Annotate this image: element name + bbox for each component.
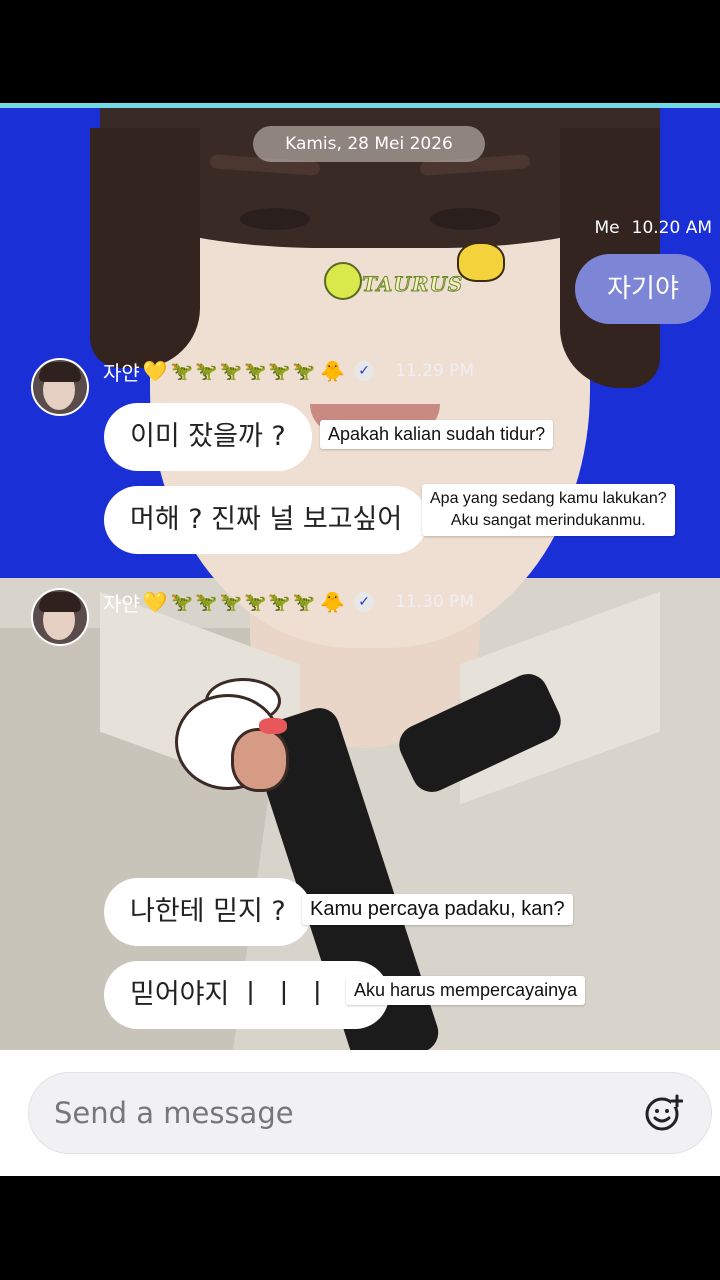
me-message-bubble[interactable]: 자기야 xyxy=(575,254,711,324)
sender-meta: 자얀 💛 🦖🦖🦖🦖🦖🦖 🐥 ✓ 11.30 PM xyxy=(103,587,474,617)
chick-icon: 🐥 xyxy=(320,359,346,383)
me-name: Me xyxy=(594,218,620,238)
dinosaur-icons: 🦖🦖🦖🦖🦖🦖 xyxy=(170,360,318,382)
heart-icon: 💛 xyxy=(142,590,168,614)
top-black-bar xyxy=(0,0,720,103)
verified-check-icon: ✓ xyxy=(354,592,375,612)
taurus-sticker-text: TAURUS xyxy=(361,272,464,297)
dinosaur-icons: 🦖🦖🦖🦖🦖🦖 xyxy=(170,591,318,613)
message-bubble[interactable]: 머해 ? 진짜 널 보고싶어 xyxy=(104,486,429,554)
message-input[interactable]: Send a message xyxy=(28,1072,712,1154)
message-composer: Send a message xyxy=(0,1050,720,1176)
chick-icon xyxy=(324,262,362,300)
chat-area[interactable]: Kamis, 28 Mei 2026 Me 10.20 AM 자기야 TAURUS… xyxy=(0,108,720,1050)
bottom-black-bar xyxy=(0,1176,720,1280)
translation-caption: Kamu percaya padaku, kan? xyxy=(302,894,573,925)
chick-icon: 🐥 xyxy=(320,590,346,614)
message-bubble[interactable]: 나한테 믿지 ? xyxy=(104,878,312,946)
translation-caption: Apakah kalian sudah tidur? xyxy=(320,420,554,449)
message-input-placeholder: Send a message xyxy=(54,1096,294,1130)
translation-caption: Apa yang sedang kamu lakukan? Aku sangat… xyxy=(422,484,675,536)
taurus-sticker: TAURUS xyxy=(322,242,512,308)
me-message-meta: Me 10.20 AM xyxy=(582,218,712,238)
message-bubble[interactable]: 이미 잤을까 ? xyxy=(104,403,312,471)
verified-check-icon: ✓ xyxy=(354,361,375,381)
date-separator: Kamis, 28 Mei 2026 xyxy=(253,126,485,162)
sender-avatar[interactable] xyxy=(31,358,89,416)
translation-caption: Aku harus mempercayainya xyxy=(346,976,586,1005)
sender-name: 자얀 xyxy=(103,591,140,616)
emoji-add-icon[interactable] xyxy=(643,1093,683,1133)
sender-avatar[interactable] xyxy=(31,588,89,646)
message-time: 11.30 PM xyxy=(395,592,475,612)
me-time: 10.20 AM xyxy=(631,218,712,238)
sender-meta: 자얀 💛 🦖🦖🦖🦖🦖🦖 🐥 ✓ 11.29 PM xyxy=(103,356,474,386)
pikachu-icon xyxy=(457,242,505,282)
heart-icon: 💛 xyxy=(142,359,168,383)
sender-name: 자얀 xyxy=(103,360,140,385)
message-time: 11.29 PM xyxy=(395,361,475,381)
bunny-sticker[interactable] xyxy=(165,678,305,808)
